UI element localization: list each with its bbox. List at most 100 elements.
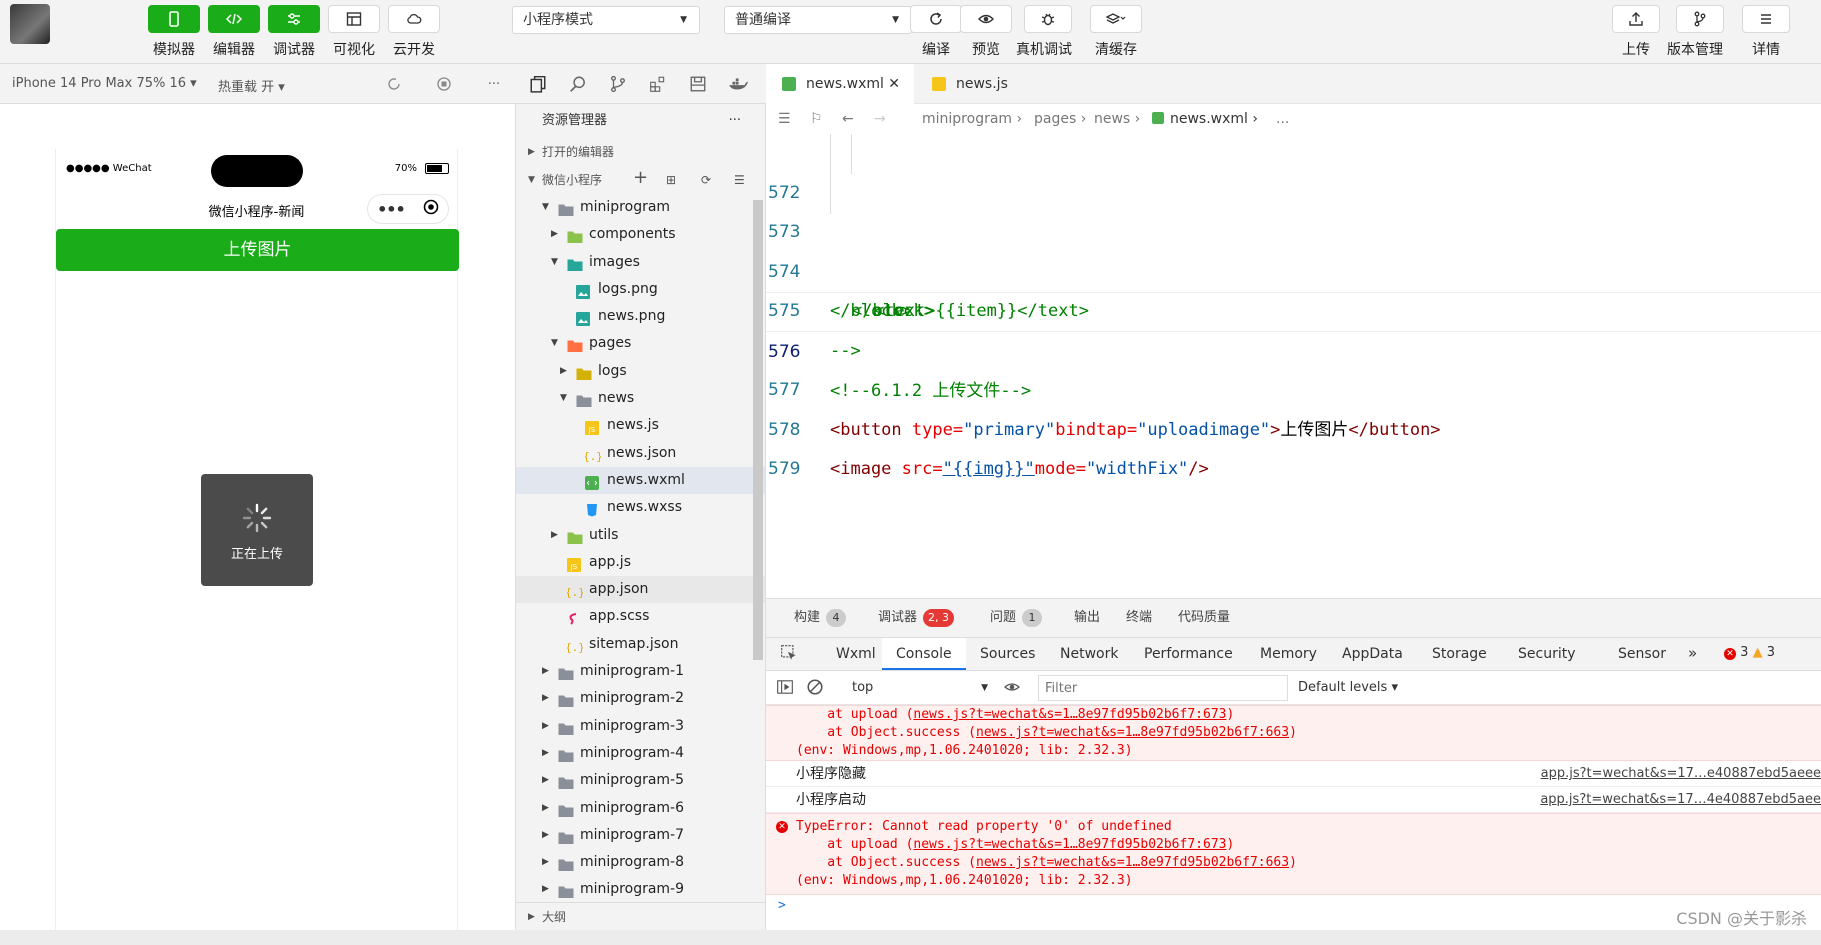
tree-file[interactable]: logs.png [516,276,765,303]
open-editors-section[interactable]: ▶ 打开的编辑器 [516,138,765,166]
tree-folder[interactable]: ▼ images [516,249,765,276]
storage-icon[interactable] [688,74,708,94]
console-output[interactable]: at upload (news.js?t=wechat&s=1…8e97fd95… [766,705,1821,930]
visual-button[interactable]: 可视化 [328,5,380,59]
code-line[interactable]: 575 --> [766,253,1821,361]
files-icon[interactable] [528,74,548,94]
source-link[interactable]: app.js?t=wechat&s=17…e40887ebd5aeee [1541,761,1821,787]
chevron-down-icon[interactable]: ▼ [560,385,567,412]
console-filter-input[interactable] [1038,675,1288,701]
avatar[interactable] [10,4,50,44]
tree-file[interactable]: {.} sitemap.json [516,631,765,658]
source-control-icon[interactable] [608,74,628,94]
docker-icon[interactable] [728,74,748,94]
tab-output[interactable]: 输出 [1074,599,1100,637]
dots-icon[interactable]: ••• [377,200,406,219]
devtab-storage[interactable]: Storage [1432,638,1487,670]
devtab-wxml[interactable]: Wxml [836,638,876,670]
bookmark-icon[interactable]: ⚐ [810,104,823,134]
devtab-security[interactable]: Security [1518,638,1576,670]
stop-icon[interactable] [434,74,454,94]
console-log[interactable]: 小程序隐藏 app.js?t=wechat&s=17…e40887ebd5aee… [766,761,1821,787]
version-button[interactable]: 版本管理 [1667,5,1724,59]
simulator-button[interactable]: 模拟器 [148,5,200,59]
chevron-right-icon[interactable]: ▶ [542,713,549,740]
devtab-performance[interactable]: Performance [1144,638,1233,670]
source-link[interactable]: news.js?t=wechat&s=1…8e97fd95b02b6f7:663 [976,855,1289,870]
clear-console-icon[interactable] [806,678,824,700]
chevron-right-icon[interactable]: ▶ [542,685,549,712]
upload-image-button[interactable]: 上传图片 [56,229,459,271]
error-counter[interactable]: ✕ 3 ▲ 3 [1724,645,1775,660]
inspect-icon[interactable] [780,644,798,666]
chevron-right-icon[interactable]: ▶ [542,767,549,794]
tab-problems[interactable]: 问题 1 [990,599,1043,637]
tree-folder[interactable]: ▶ components [516,221,765,248]
chevron-right-icon[interactable]: ▶ [542,658,549,685]
breadcrumb-item[interactable]: news › [1094,104,1140,134]
tree-folder[interactable]: ▶ miniprogram-1 [516,658,765,685]
tree-folder[interactable]: ▶ miniprogram-2 [516,685,765,712]
tab-news-wxml[interactable]: news.wxml ✕ [766,64,914,104]
chevron-right-icon[interactable]: ▶ [542,876,549,903]
code-line[interactable]: 572 <text>{{item}}</text> [766,134,1821,321]
tab-news-js[interactable]: news.js [916,64,1064,104]
compile-select[interactable]: 普通编译 ▼ [724,6,912,34]
console-log[interactable]: 小程序启动 app.js?t=wechat&s=17…4e40887ebd5ae… [766,787,1821,813]
source-link[interactable]: news.js?t=wechat&s=1…8e97fd95b02b6f7:673 [913,707,1226,722]
cloud-button[interactable]: 云开发 [388,5,440,59]
tree-file[interactable]: JS news.js [516,412,765,439]
chevron-right-icon[interactable]: ▶ [542,740,549,767]
tree-folder[interactable]: ▶ miniprogram-5 [516,767,765,794]
code-area[interactable]: 572 <text>{{item}}</text> 573 </block> 5… [766,134,1821,480]
chevron-right-icon[interactable]: ▶ [542,822,549,849]
tree-file[interactable]: JS app.js [516,549,765,576]
tree-folder[interactable]: ▼ pages [516,330,765,357]
context-select[interactable]: top ▼ [846,675,992,701]
details-button[interactable]: 详情 [1742,5,1790,59]
code-line[interactable]: 579 [766,411,1821,479]
console-error[interactable]: at upload (news.js?t=wechat&s=1…8e97fd95… [766,705,1821,761]
sidebar-toggle-icon[interactable] [776,678,794,700]
source-link[interactable]: news.js?t=wechat&s=1…8e97fd95b02b6f7:663 [976,725,1289,740]
devtab-memory[interactable]: Memory [1260,638,1317,670]
tab-terminal[interactable]: 终端 [1126,599,1152,637]
outline-section[interactable]: ▶ 大纲 [516,902,766,930]
chevron-down-icon[interactable]: ▼ [542,194,549,221]
close-circle-icon[interactable] [423,199,439,219]
eye-icon[interactable] [1002,679,1022,699]
upload-button[interactable]: 上传 [1612,5,1660,59]
tree-folder[interactable]: ▼ miniprogram [516,194,765,221]
mode-select[interactable]: 小程序模式 ▼ [512,6,700,34]
levels-select[interactable]: Default levels ▾ [1298,675,1398,701]
code-line[interactable]: 578 <image src="{{img}}"mode="widthFix"/… [766,371,1821,480]
code-line[interactable]: 577 <button type="primary"bindtap="uploa… [766,332,1821,440]
search-icon[interactable] [568,74,588,94]
chevron-right-icon[interactable]: ▶ [542,795,549,822]
list-icon[interactable]: ☰ [778,104,791,134]
chevron-right-icon[interactable]: ▶ [551,522,558,549]
devtab-sources[interactable]: Sources [980,638,1035,670]
project-section[interactable]: ▼ 微信小程序 + ⊞ ⟳ ☰ [516,166,765,194]
more-icon[interactable]: ··· [729,104,741,138]
compile-button[interactable]: 编译 [910,5,962,59]
chevron-down-icon[interactable]: ▼ [551,330,558,357]
tree-folder[interactable]: ▶ miniprogram-3 [516,713,765,740]
rotate-icon[interactable] [384,74,404,94]
tree-folder[interactable]: ▶ miniprogram-9 [516,876,765,903]
device-select[interactable]: iPhone 14 Pro Max 75% 16 ▾ [12,76,197,91]
chevron-right-icon[interactable]: ▶ [551,221,558,248]
tree-folder[interactable]: ▶ miniprogram-7 [516,822,765,849]
breadcrumb-item[interactable]: news.wxml › [1152,104,1258,134]
tree-folder[interactable]: ▶ miniprogram-6 [516,795,765,822]
explorer-scrollbar[interactable] [753,200,763,660]
debugger-button[interactable]: 调试器 [268,5,320,59]
tree-file[interactable]: {.} news.json [516,440,765,467]
chevron-right-icon[interactable]: ▶ [560,358,567,385]
tree-folder[interactable]: ▼ news [516,385,765,412]
tree-folder[interactable]: ▶ logs [516,358,765,385]
devtab-appdata[interactable]: AppData [1342,638,1403,670]
more-tabs-icon[interactable]: » [1688,644,1697,662]
tree-file[interactable]: news.wxss [516,494,765,521]
breadcrumb-item[interactable]: ... [1276,104,1289,134]
